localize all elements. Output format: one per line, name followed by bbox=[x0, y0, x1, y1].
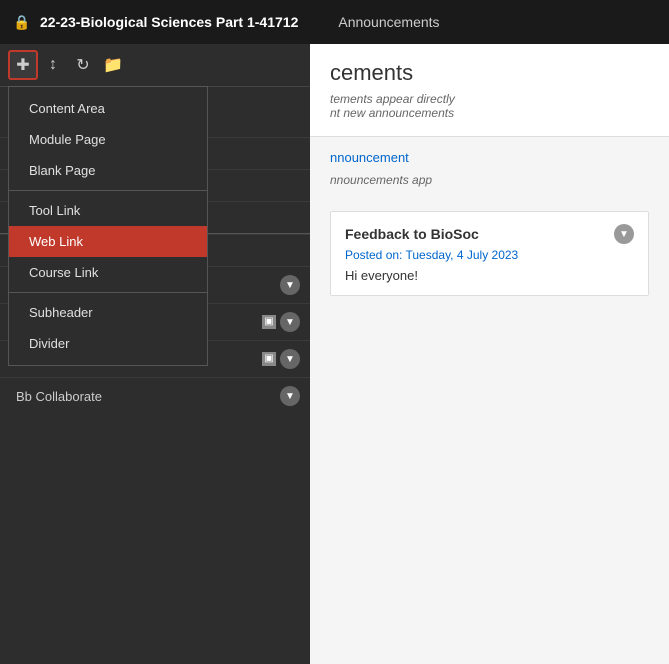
feedback-card-body: Hi everyone! bbox=[345, 268, 634, 283]
announcements-nav-link[interactable]: Announcements bbox=[338, 14, 439, 30]
content-heading: cements bbox=[330, 60, 649, 86]
main-layout: ✚ ↕ ↻ 📁 Content Area Module Page Blank P… bbox=[0, 44, 669, 664]
chevron-down-icon[interactable]: ▼ bbox=[280, 386, 300, 406]
feedback-card-chevron[interactable]: ▼ bbox=[614, 224, 634, 244]
content-header: cements tements appear directlynt new an… bbox=[310, 44, 669, 137]
feedback-posted-on: Posted on: Tuesday, 4 July 2023 bbox=[345, 248, 634, 262]
sort-button[interactable]: ↕ bbox=[38, 50, 68, 80]
announcement-section: nnouncement nnouncements app bbox=[310, 137, 669, 199]
edit-icon[interactable]: ▣ bbox=[262, 315, 276, 329]
dropdown-divider-2 bbox=[9, 292, 207, 293]
dropdown-item-course-link[interactable]: Course Link bbox=[9, 257, 207, 288]
dropdown-item-module-page[interactable]: Module Page bbox=[9, 124, 207, 155]
top-header: 🔒 22-23-Biological Sciences Part 1-41712… bbox=[0, 0, 669, 44]
refresh-button[interactable]: ↻ bbox=[68, 50, 98, 80]
sidebar: ✚ ↕ ↻ 📁 Content Area Module Page Blank P… bbox=[0, 44, 310, 664]
announcement-link[interactable]: nnouncement bbox=[330, 150, 409, 165]
content-subtext: tements appear directlynt new announceme… bbox=[330, 92, 649, 120]
chevron-down-icon[interactable]: ▼ bbox=[280, 312, 300, 332]
sidebar-toolbar: ✚ ↕ ↻ 📁 Content Area Module Page Blank P… bbox=[0, 44, 310, 87]
sidebar-item-bb-collaborate[interactable]: Bb Collaborate ▼ bbox=[0, 377, 310, 414]
dropdown-item-content-area[interactable]: Content Area bbox=[9, 93, 207, 124]
course-title: 22-23-Biological Sciences Part 1-41712 bbox=[40, 14, 298, 30]
feedback-card-title: Feedback to BioSoc bbox=[345, 226, 479, 242]
announcements-app-text: nnouncements app bbox=[330, 173, 649, 187]
dropdown-item-blank-page[interactable]: Blank Page bbox=[9, 155, 207, 186]
dropdown-item-web-link[interactable]: Web Link bbox=[9, 226, 207, 257]
dropdown-divider-1 bbox=[9, 190, 207, 191]
add-content-dropdown: Content Area Module Page Blank Page Tool… bbox=[8, 86, 208, 366]
feedback-card-header: Feedback to BioSoc ▼ bbox=[345, 224, 634, 244]
content-area: cements tements appear directlynt new an… bbox=[310, 44, 669, 664]
folder-button[interactable]: 📁 bbox=[98, 50, 128, 80]
lock-icon: 🔒 bbox=[12, 12, 32, 32]
add-content-button[interactable]: ✚ bbox=[8, 50, 38, 80]
dropdown-item-subheader[interactable]: Subheader bbox=[9, 297, 207, 328]
edit-icon[interactable]: ▣ bbox=[262, 352, 276, 366]
dropdown-item-divider[interactable]: Divider bbox=[9, 328, 207, 359]
dropdown-item-tool-link[interactable]: Tool Link bbox=[9, 195, 207, 226]
chevron-down-icon[interactable]: ▼ bbox=[280, 275, 300, 295]
sidebar-item-label: Bb Collaborate bbox=[16, 389, 280, 404]
feedback-card: Feedback to BioSoc ▼ Posted on: Tuesday,… bbox=[330, 211, 649, 296]
chevron-down-icon[interactable]: ▼ bbox=[280, 349, 300, 369]
